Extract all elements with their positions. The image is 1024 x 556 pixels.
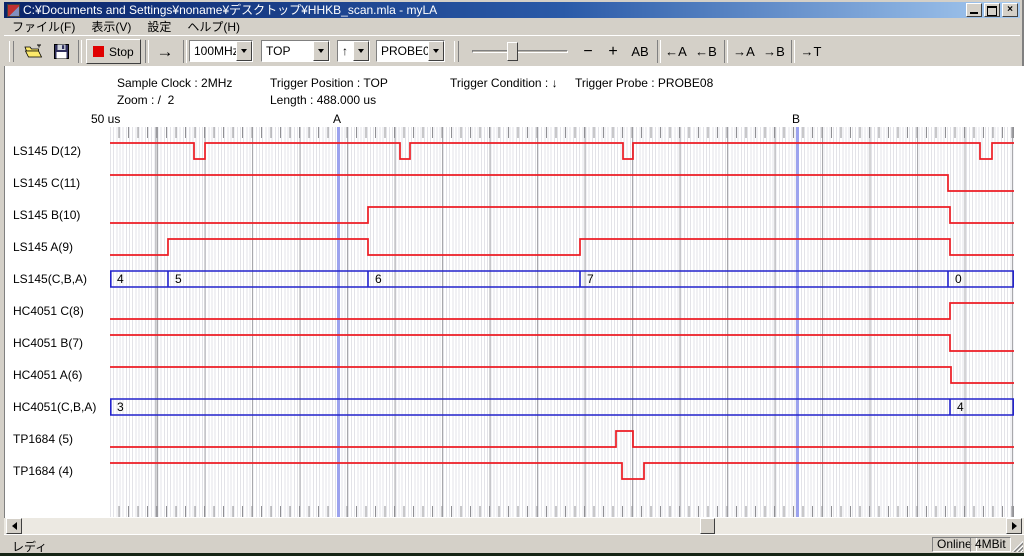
title-bar[interactable]: C:¥Documents and Settings¥noname¥デスクトップ¥… xyxy=(4,2,1020,18)
status-bar: レディ Online 4MBit xyxy=(4,534,1024,553)
chevron-down-icon[interactable] xyxy=(353,41,369,61)
length-info: Length : 488.000 us xyxy=(270,93,376,107)
app-icon xyxy=(7,4,20,17)
waveform-area[interactable]: 4 5 6 7 0 3 4 xyxy=(110,127,1014,517)
signal-label: HC4051 B(7) xyxy=(13,336,109,350)
triangle-left-icon xyxy=(12,522,17,530)
time-scale-label: 50 us xyxy=(91,112,120,126)
open-file-button[interactable] xyxy=(20,39,46,64)
menu-bar: ファイル(F) 表示(V) 設定 ヘルプ(H) xyxy=(4,18,1020,35)
trigger-edge-combo[interactable]: ↑ xyxy=(337,40,370,62)
scroll-left-button[interactable] xyxy=(6,518,22,534)
stop-label: Stop xyxy=(109,45,134,59)
window-title: C:¥Documents and Settings¥noname¥デスクトップ¥… xyxy=(23,3,966,17)
run-arrow-icon: → xyxy=(157,42,174,62)
trigger-probe-combo[interactable]: PROBE00 xyxy=(376,40,445,62)
trigger-position-combo[interactable]: TOP xyxy=(261,40,330,62)
trigger-probe-value: PROBE00 xyxy=(377,41,428,61)
toolbar-grip[interactable] xyxy=(454,41,459,62)
signal-label: LS145 C(11) xyxy=(13,176,109,190)
open-folder-icon xyxy=(24,44,43,59)
zoom-in-button[interactable]: + xyxy=(602,39,624,64)
zoom-slider-thumb[interactable] xyxy=(507,42,518,61)
status-memory-badge: 4MBit xyxy=(970,537,1011,552)
svg-text:5: 5 xyxy=(175,272,182,286)
chevron-down-icon[interactable] xyxy=(428,41,444,61)
floppy-disk-icon xyxy=(54,44,69,59)
goto-marker-b-button[interactable]: →B xyxy=(760,39,788,64)
toolbar-separator xyxy=(657,40,661,63)
svg-text:7: 7 xyxy=(587,272,594,286)
trigger-condition-info: Trigger Condition : ↓ xyxy=(450,76,558,90)
toolbar-separator xyxy=(145,40,149,63)
resize-grip[interactable] xyxy=(1010,539,1023,552)
svg-text:6: 6 xyxy=(375,272,382,286)
signal-label: TP1684 (5) xyxy=(13,432,109,446)
set-marker-b-button[interactable]: ←B xyxy=(692,39,720,64)
zoom-slider-track[interactable] xyxy=(472,50,568,53)
svg-text:4: 4 xyxy=(117,272,124,286)
signal-label: LS145 B(10) xyxy=(13,208,109,222)
signal-label: HC4051(C,B,A) xyxy=(13,400,109,414)
toolbar: Stop → 100MHz TOP ↑ PROBE00 − + AB xyxy=(4,35,1020,66)
toolbar-grip[interactable] xyxy=(9,41,14,62)
signal-label: LS145 D(12) xyxy=(13,144,109,158)
horizontal-scrollbar[interactable] xyxy=(4,518,1024,534)
waveform-svg[interactable]: 4 5 6 7 0 3 4 xyxy=(110,127,1014,517)
sample-clock-info: Sample Clock : 2MHz xyxy=(117,76,232,90)
goto-trigger-button[interactable]: →T xyxy=(797,39,825,64)
marker-b-label: B xyxy=(792,112,800,126)
scrollbar-thumb[interactable] xyxy=(700,518,715,534)
toolbar-separator xyxy=(791,40,795,63)
triangle-right-icon xyxy=(1012,522,1017,530)
svg-text:3: 3 xyxy=(117,400,124,414)
app-window: C:¥Documents and Settings¥noname¥デスクトップ¥… xyxy=(0,0,1024,553)
close-button[interactable]: × xyxy=(1002,3,1018,17)
trigger-position-value: TOP xyxy=(262,41,313,61)
signal-label: HC4051 C(8) xyxy=(13,304,109,318)
maximize-button[interactable] xyxy=(984,3,1000,17)
menu-settings[interactable]: 設定 xyxy=(139,17,179,36)
trigger-probe-info: Trigger Probe : PROBE08 xyxy=(575,76,713,90)
signal-label: LS145 A(9) xyxy=(13,240,109,254)
scroll-right-button[interactable] xyxy=(1006,518,1022,534)
stop-icon xyxy=(93,46,104,57)
zoom-info: Zoom : / 2 xyxy=(117,93,174,107)
signal-label: LS145(C,B,A) xyxy=(13,272,109,286)
stop-button[interactable]: Stop xyxy=(86,39,141,64)
menu-file[interactable]: ファイル(F) xyxy=(4,17,83,36)
chevron-down-icon[interactable] xyxy=(313,41,329,61)
trigger-edge-value: ↑ xyxy=(338,41,353,61)
goto-marker-a-button[interactable]: →A xyxy=(730,39,758,64)
client-area: Sample Clock : 2MHz Trigger Position : T… xyxy=(4,66,1024,518)
zoom-out-button[interactable]: − xyxy=(577,39,599,64)
run-button[interactable]: → xyxy=(150,39,180,64)
menu-help[interactable]: ヘルプ(H) xyxy=(179,17,248,36)
signal-label: HC4051 A(6) xyxy=(13,368,109,382)
toolbar-separator xyxy=(724,40,728,63)
minimize-button[interactable] xyxy=(966,3,982,17)
sample-clock-value: 100MHz xyxy=(190,41,236,61)
svg-text:4: 4 xyxy=(957,400,964,414)
marker-a-label: A xyxy=(333,112,341,126)
svg-text:0: 0 xyxy=(955,272,962,286)
set-marker-a-button[interactable]: ←A xyxy=(662,39,690,64)
trigger-position-info: Trigger Position : TOP xyxy=(270,76,388,90)
menu-view[interactable]: 表示(V) xyxy=(83,17,139,36)
save-button[interactable] xyxy=(48,39,74,64)
toolbar-separator xyxy=(183,40,187,63)
ab-span-button[interactable]: AB xyxy=(627,39,653,64)
chevron-down-icon[interactable] xyxy=(236,41,252,61)
signal-label: TP1684 (4) xyxy=(13,464,109,478)
toolbar-separator xyxy=(78,40,82,63)
sample-clock-combo[interactable]: 100MHz xyxy=(189,40,253,62)
